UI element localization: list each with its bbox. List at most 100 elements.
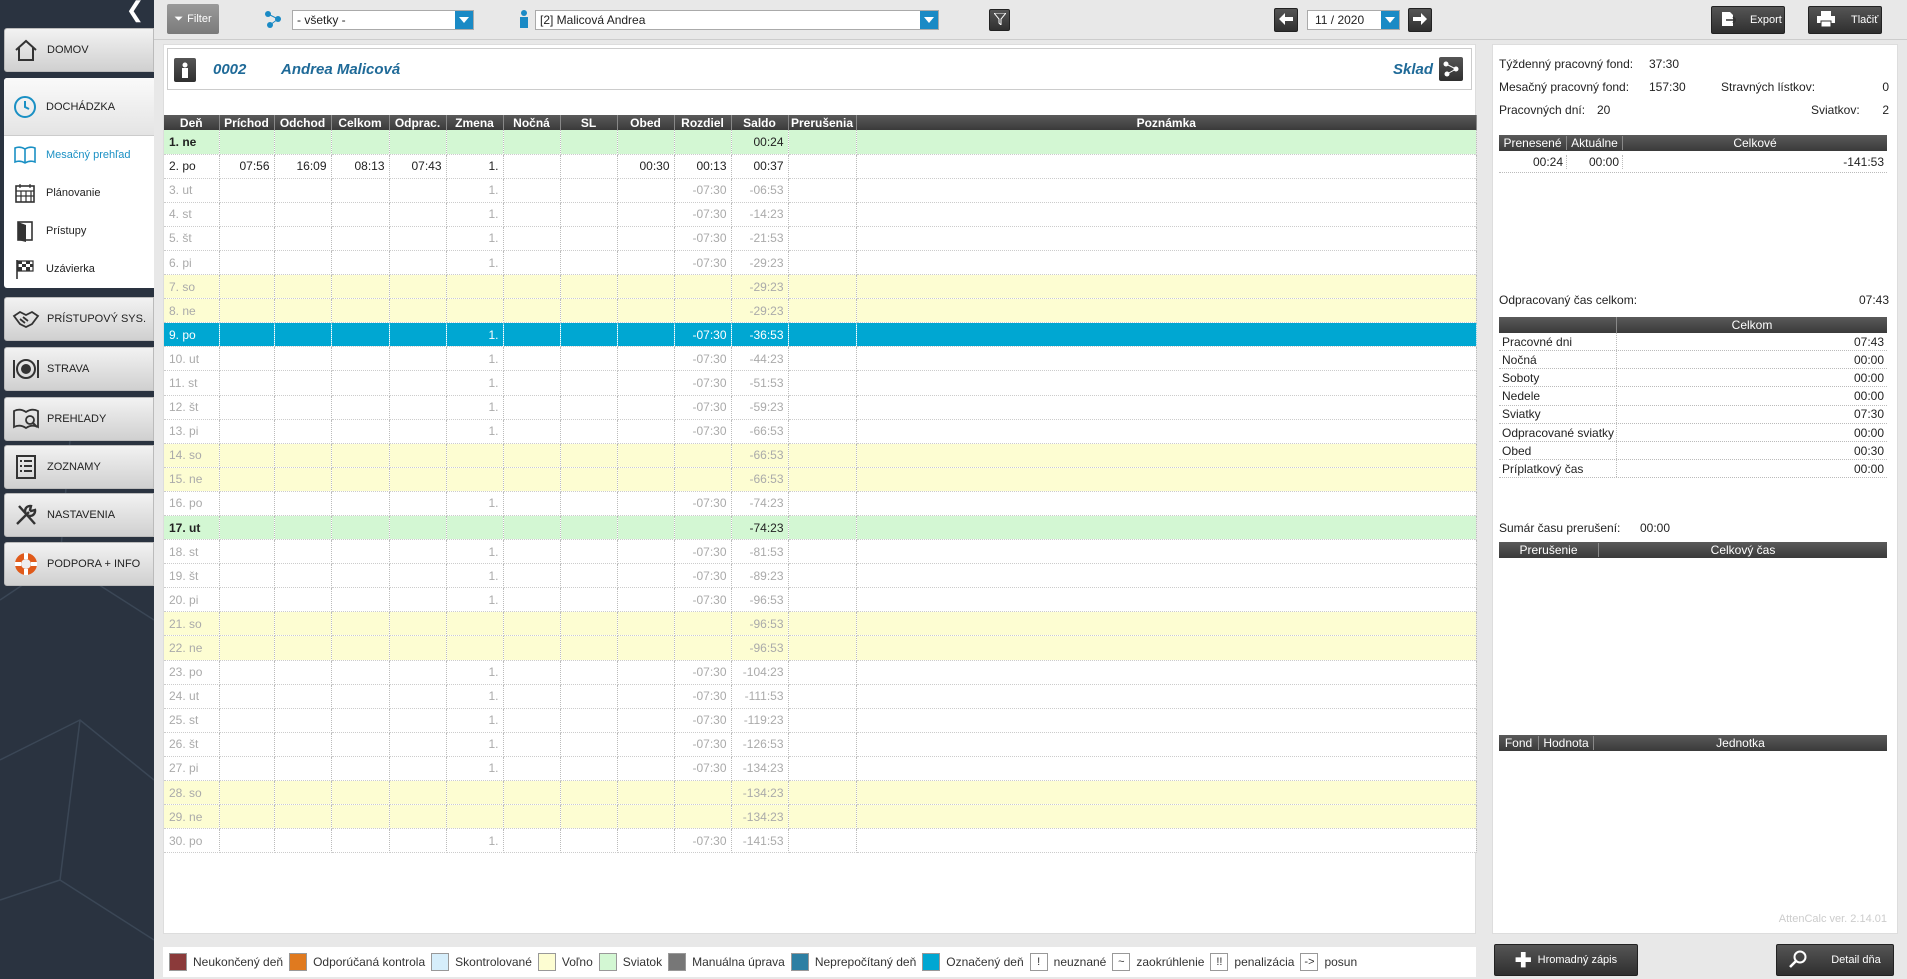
table-cell[interactable] xyxy=(617,563,675,589)
table-cell[interactable]: 1. xyxy=(446,563,504,589)
table-row[interactable]: 8. ne -29:23 xyxy=(164,298,1477,324)
table-cell[interactable] xyxy=(331,467,390,492)
table-cell[interactable]: -141:53 xyxy=(731,828,789,854)
table-cell[interactable] xyxy=(274,587,332,613)
table-cell[interactable] xyxy=(617,660,675,685)
table-cell[interactable] xyxy=(856,563,1477,589)
table-cell[interactable] xyxy=(389,635,447,661)
table-cell[interactable]: 00:24 xyxy=(731,130,789,155)
table-cell[interactable] xyxy=(788,708,857,733)
table-cell[interactable] xyxy=(274,780,332,806)
table-cell[interactable] xyxy=(617,467,675,492)
table-cell[interactable] xyxy=(389,395,447,420)
table-cell[interactable] xyxy=(446,804,504,830)
table-row[interactable]: 29. ne -134:23 xyxy=(164,804,1477,830)
table-cell[interactable] xyxy=(617,130,675,155)
table-cell[interactable]: 1. xyxy=(446,660,504,685)
table-cell[interactable] xyxy=(331,684,390,709)
table-cell[interactable] xyxy=(331,395,390,420)
table-cell[interactable] xyxy=(788,322,857,348)
table-cell[interactable] xyxy=(274,250,332,276)
table-cell[interactable]: -36:53 xyxy=(731,322,789,348)
table-row[interactable]: 10. ut 1. -07:30 -44:23 xyxy=(164,346,1477,372)
table-cell[interactable]: 11. st xyxy=(164,370,220,396)
table-cell[interactable]: 1. xyxy=(446,732,504,757)
table-cell[interactable]: 5. št xyxy=(164,226,220,251)
table-cell[interactable]: 29. ne xyxy=(164,804,220,830)
table-cell[interactable] xyxy=(274,660,332,685)
table-cell[interactable] xyxy=(560,346,618,372)
table-cell[interactable]: 22. ne xyxy=(164,635,220,661)
table-cell[interactable] xyxy=(560,250,618,276)
table-cell[interactable]: -07:30 xyxy=(674,587,732,613)
table-cell[interactable] xyxy=(219,250,275,276)
table-cell[interactable]: -07:30 xyxy=(674,346,732,372)
table-cell[interactable] xyxy=(389,491,447,517)
table-cell[interactable] xyxy=(274,226,332,251)
table-cell[interactable] xyxy=(856,395,1477,420)
table-cell[interactable] xyxy=(219,370,275,396)
nav-dochadzka[interactable]: DOCHÁDZKA xyxy=(4,78,154,136)
table-cell[interactable] xyxy=(446,443,504,468)
table-cell[interactable] xyxy=(560,539,618,565)
table-cell[interactable]: 2. po xyxy=(164,154,220,179)
table-cell[interactable]: 25. st xyxy=(164,708,220,733)
employee-filter-button[interactable] xyxy=(989,9,1010,31)
table-cell[interactable] xyxy=(503,274,561,300)
table-cell[interactable] xyxy=(856,539,1477,565)
table-cell[interactable]: 9. po xyxy=(164,322,220,348)
table-cell[interactable] xyxy=(856,635,1477,661)
table-cell[interactable] xyxy=(856,250,1477,276)
table-cell[interactable]: 1. xyxy=(446,370,504,396)
table-cell[interactable] xyxy=(617,298,675,324)
table-cell[interactable] xyxy=(788,660,857,685)
nav-uzavierka[interactable]: Uzávierka xyxy=(4,250,154,288)
filter-button[interactable]: ⏷ Filter xyxy=(167,4,219,34)
table-row[interactable]: 15. ne -66:53 xyxy=(164,467,1477,492)
nav-podpora-info[interactable]: PODPORA + INFO xyxy=(4,542,154,586)
table-cell[interactable] xyxy=(617,804,675,830)
table-cell[interactable] xyxy=(503,611,561,637)
table-cell[interactable] xyxy=(617,322,675,348)
table-cell[interactable]: 1. ne xyxy=(164,130,220,155)
table-cell[interactable] xyxy=(389,322,447,348)
table-cell[interactable]: -07:30 xyxy=(674,395,732,420)
table-cell[interactable] xyxy=(331,274,390,300)
table-cell[interactable] xyxy=(219,563,275,589)
table-cell[interactable] xyxy=(274,274,332,300)
table-cell[interactable]: -51:53 xyxy=(731,370,789,396)
table-cell[interactable] xyxy=(219,491,275,517)
chevron-down-icon[interactable] xyxy=(455,11,473,29)
table-cell[interactable] xyxy=(617,780,675,806)
table-cell[interactable] xyxy=(446,298,504,324)
table-cell[interactable] xyxy=(331,756,390,782)
table-cell[interactable]: -66:53 xyxy=(731,443,789,468)
table-cell[interactable]: -07:30 xyxy=(674,178,732,203)
table-row[interactable]: 7. so -29:23 xyxy=(164,274,1477,300)
table-cell[interactable] xyxy=(331,635,390,661)
column-header[interactable]: SL xyxy=(560,115,618,130)
table-cell[interactable] xyxy=(617,684,675,709)
table-cell[interactable] xyxy=(389,780,447,806)
column-header[interactable]: Poznámka xyxy=(856,115,1477,130)
table-row[interactable]: 4. st 1. -07:30 -14:23 xyxy=(164,202,1477,227)
table-cell[interactable] xyxy=(788,756,857,782)
table-cell[interactable] xyxy=(219,395,275,420)
table-cell[interactable]: 00:30 xyxy=(617,154,675,179)
table-cell[interactable]: 13. pi xyxy=(164,419,220,444)
table-cell[interactable]: 1. xyxy=(446,708,504,733)
table-cell[interactable]: 12. št xyxy=(164,395,220,420)
column-header[interactable]: Obed xyxy=(617,115,675,130)
table-cell[interactable] xyxy=(446,274,504,300)
table-cell[interactable] xyxy=(274,467,332,492)
table-cell[interactable] xyxy=(856,130,1477,155)
table-cell[interactable] xyxy=(617,419,675,444)
table-cell[interactable] xyxy=(331,491,390,517)
table-cell[interactable] xyxy=(274,395,332,420)
table-cell[interactable] xyxy=(274,443,332,468)
table-cell[interactable] xyxy=(274,708,332,733)
table-cell[interactable] xyxy=(788,178,857,203)
column-header[interactable]: Celkom xyxy=(331,115,390,130)
table-cell[interactable]: -07:30 xyxy=(674,250,732,276)
table-cell[interactable] xyxy=(331,515,390,541)
